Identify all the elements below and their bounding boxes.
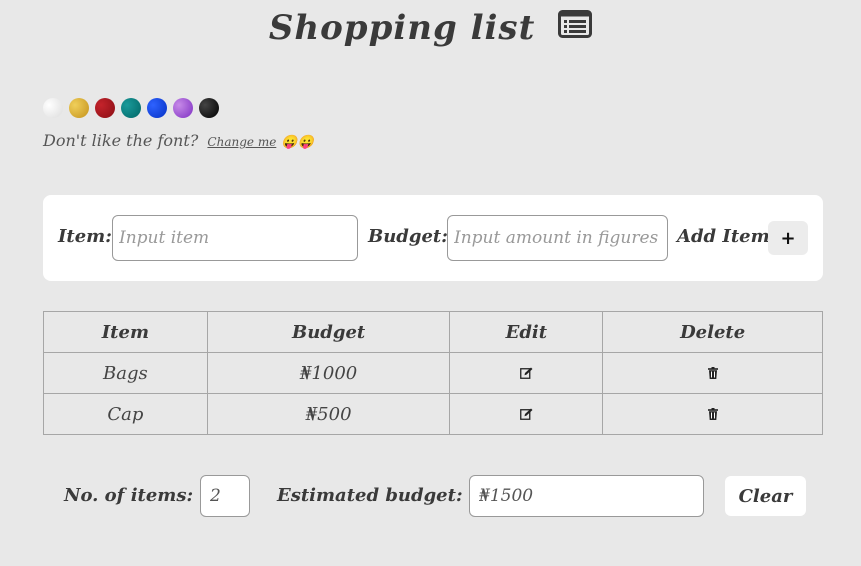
delete-cell: [602, 393, 823, 435]
add-item-label: Add Item: [677, 226, 770, 247]
item-label: Item:: [58, 226, 112, 247]
trash-icon[interactable]: [707, 366, 718, 379]
swatch-white[interactable]: [43, 98, 63, 118]
page-title-text: Shopping list: [268, 8, 536, 48]
column-header-edit: Edit: [449, 311, 604, 353]
delete-cell: [602, 352, 823, 394]
item-cell: Bags: [43, 352, 208, 394]
column-header-item: Item: [43, 311, 208, 353]
budget-input[interactable]: [447, 215, 668, 261]
edit-icon[interactable]: [519, 408, 533, 420]
edit-cell: [449, 352, 604, 394]
column-header-delete: Delete: [602, 311, 823, 353]
swatch-teal[interactable]: [121, 98, 141, 118]
item-count-field: [200, 475, 250, 517]
estimated-budget-label: Estimated budget:: [277, 485, 463, 506]
shopping-table: Item Budget Edit Delete Bags ₦1000 Cap ₦…: [43, 311, 823, 435]
font-toggle: Don't like the font? Change me 😛😛: [43, 131, 314, 150]
table-row: Cap ₦500: [43, 393, 823, 435]
item-count-label: No. of items:: [64, 485, 194, 506]
tongue-emoji-icon: 😛😛: [281, 135, 314, 150]
list-icon: [558, 7, 593, 47]
change-font-link[interactable]: Change me: [207, 135, 276, 149]
edit-icon[interactable]: [519, 367, 533, 379]
table-header-row: Item Budget Edit Delete: [43, 311, 823, 353]
table-row: Bags ₦1000: [43, 352, 823, 394]
clear-button[interactable]: Clear: [725, 476, 806, 516]
column-header-budget: Budget: [206, 311, 451, 353]
budget-label: Budget:: [368, 226, 448, 247]
swatch-gold[interactable]: [69, 98, 89, 118]
theme-swatches: [43, 98, 219, 118]
budget-cell: ₦1000: [206, 352, 451, 394]
edit-cell: [449, 393, 604, 435]
item-cell: Cap: [43, 393, 208, 435]
budget-cell: ₦500: [206, 393, 451, 435]
swatch-purple[interactable]: [173, 98, 193, 118]
swatch-black[interactable]: [199, 98, 219, 118]
estimated-budget-field: [469, 475, 704, 517]
trash-icon[interactable]: [707, 407, 718, 420]
add-item-form: Item: Budget: Add Item +: [43, 195, 823, 281]
swatch-blue[interactable]: [147, 98, 167, 118]
item-input[interactable]: [112, 215, 358, 261]
page-title: Shopping list: [0, 8, 861, 50]
font-toggle-prompt: Don't like the font?: [43, 131, 199, 150]
add-item-button[interactable]: +: [768, 221, 808, 255]
swatch-red[interactable]: [95, 98, 115, 118]
